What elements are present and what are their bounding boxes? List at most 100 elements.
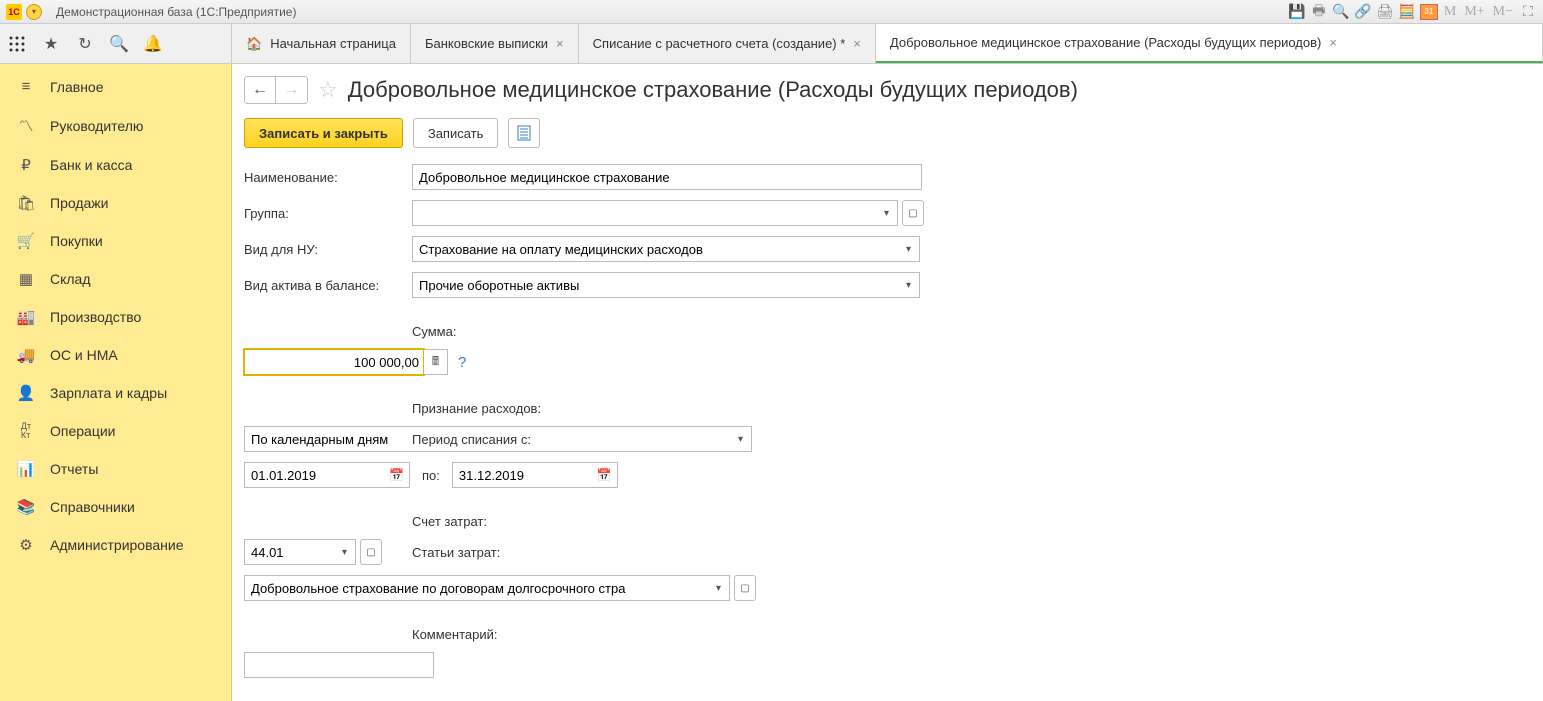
sum-input[interactable] bbox=[244, 349, 424, 375]
group-input[interactable] bbox=[412, 200, 876, 226]
sidebar-item-label: Руководителю bbox=[50, 118, 143, 134]
chevron-down-icon[interactable]: ▾ bbox=[898, 236, 920, 262]
cart-icon: 🛒 bbox=[16, 232, 36, 250]
main-toolbar: ★ ↻ 🔍 🔔 🏠 Начальная страница Банковские … bbox=[0, 24, 1543, 64]
tab-home[interactable]: 🏠 Начальная страница bbox=[232, 24, 411, 63]
sidebar-item-label: Отчеты bbox=[50, 461, 98, 477]
close-icon[interactable]: × bbox=[853, 36, 861, 51]
tab-label: Списание с расчетного счета (создание) * bbox=[593, 36, 846, 51]
chevron-down-icon[interactable]: ▾ bbox=[898, 272, 920, 298]
sidebar-item-bank[interactable]: ₽ Банк и касса bbox=[0, 146, 231, 184]
sidebar: ≡ Главное 〽 Руководителю ₽ Банк и касса 🛍Пр… bbox=[0, 64, 232, 701]
sidebar-item-main[interactable]: ≡ Главное bbox=[0, 68, 231, 105]
zoom-mminus-icon[interactable]: M− bbox=[1491, 4, 1515, 20]
favorite-icon[interactable]: ★ bbox=[40, 33, 62, 55]
dtkt-icon: ДтКт bbox=[16, 422, 36, 440]
search-doc-icon[interactable]: 🔍 bbox=[1332, 3, 1350, 21]
favorite-star-icon[interactable]: ☆ bbox=[318, 77, 338, 103]
tab-bank-statements[interactable]: Банковские выписки × bbox=[411, 24, 579, 63]
sidebar-item-reports[interactable]: 📊 Отчеты bbox=[0, 450, 231, 488]
tab-writeoff[interactable]: Списание с расчетного счета (создание) *… bbox=[579, 24, 876, 63]
period-from-input[interactable] bbox=[244, 462, 384, 488]
sidebar-item-label: Главное bbox=[50, 79, 104, 95]
ruble-icon: ₽ bbox=[16, 156, 36, 174]
chevron-down-icon[interactable]: ▾ bbox=[334, 539, 356, 565]
sidebar-item-hr[interactable]: 👤Зарплата и кадры bbox=[0, 374, 231, 412]
gear-icon: ⚙ bbox=[16, 536, 36, 554]
sum-label: Сумма: bbox=[412, 324, 1244, 339]
bell-icon[interactable]: 🔔 bbox=[142, 33, 164, 55]
chevron-down-icon[interactable]: ▾ bbox=[708, 575, 730, 601]
nav-back-button[interactable]: ← bbox=[244, 76, 276, 104]
comment-input[interactable] bbox=[244, 652, 434, 678]
home-icon: 🏠 bbox=[246, 36, 262, 52]
sidebar-item-label: Справочники bbox=[50, 499, 135, 515]
sidebar-item-sales[interactable]: 🛍Продажи bbox=[0, 184, 231, 222]
calc-icon[interactable]: 🧮 bbox=[1398, 3, 1416, 21]
save-button[interactable]: Записать bbox=[413, 118, 499, 148]
sidebar-item-label: Склад bbox=[50, 271, 91, 287]
search-icon[interactable]: 🔍 bbox=[108, 33, 130, 55]
account-label: Счет затрат: bbox=[412, 514, 1244, 529]
nav-forward-button[interactable]: → bbox=[276, 76, 308, 104]
open-icon[interactable]: ▢ bbox=[734, 575, 756, 601]
print2-icon[interactable]: 🖨 bbox=[1376, 3, 1394, 21]
sidebar-item-catalogs[interactable]: 📚Справочники bbox=[0, 488, 231, 526]
person-icon: 👤 bbox=[16, 384, 36, 402]
menu-icon: ≡ bbox=[16, 78, 36, 95]
bars-icon: 📊 bbox=[16, 460, 36, 478]
tab-dms[interactable]: Добровольное медицинское страхование (Ра… bbox=[876, 24, 1543, 63]
asset-label: Вид актива в балансе: bbox=[244, 278, 404, 293]
help-icon[interactable]: ? bbox=[458, 354, 466, 371]
sidebar-item-label: Администрирование bbox=[50, 537, 184, 553]
calculator-icon[interactable]: 🖩 bbox=[424, 349, 448, 375]
sidebar-item-label: Банк и касса bbox=[50, 157, 132, 173]
calendar-icon[interactable]: 📅 bbox=[592, 462, 618, 488]
comment-label: Комментарий: bbox=[412, 627, 1244, 642]
chevron-down-icon[interactable]: ▾ bbox=[876, 200, 898, 226]
save-icon[interactable]: 💾 bbox=[1288, 3, 1306, 21]
sidebar-item-production[interactable]: 🏭Производство bbox=[0, 298, 231, 336]
zoom-m-icon[interactable]: M bbox=[1442, 4, 1458, 20]
sidebar-item-operations[interactable]: ДтКт Операции bbox=[0, 412, 231, 450]
factory-icon: 🏭 bbox=[16, 308, 36, 326]
open-icon[interactable]: ▢ bbox=[360, 539, 382, 565]
calendar-icon[interactable]: 📅 bbox=[384, 462, 410, 488]
sidebar-item-label: Покупки bbox=[50, 233, 103, 249]
close-icon[interactable]: × bbox=[1329, 35, 1337, 50]
calendar-icon[interactable]: 31 bbox=[1420, 4, 1438, 20]
sidebar-item-warehouse[interactable]: ▦Склад bbox=[0, 260, 231, 298]
save-close-button[interactable]: Записать и закрыть bbox=[244, 118, 403, 148]
print-icon[interactable]: 🖶 bbox=[1310, 3, 1328, 21]
nu-input[interactable] bbox=[412, 236, 898, 262]
sidebar-item-purchases[interactable]: 🛒 Покупки bbox=[0, 222, 231, 260]
recognition-label: Признание расходов: bbox=[412, 401, 1244, 416]
window-title: Демонстрационная база (1С:Предприятие) bbox=[56, 5, 296, 19]
group-label: Группа: bbox=[244, 206, 404, 221]
sidebar-item-label: ОС и НМА bbox=[50, 347, 118, 363]
chart-icon: 〽 bbox=[16, 115, 36, 136]
name-input[interactable] bbox=[412, 164, 922, 190]
sidebar-item-manager[interactable]: 〽 Руководителю bbox=[0, 105, 231, 146]
sidebar-item-label: Операции bbox=[50, 423, 116, 439]
list-button[interactable] bbox=[508, 118, 540, 148]
sidebar-item-admin[interactable]: ⚙ Администрирование bbox=[0, 526, 231, 564]
period-label: Период списания с: bbox=[412, 432, 1244, 447]
close-icon[interactable]: × bbox=[556, 36, 564, 51]
fullscreen-icon[interactable]: ⛶ bbox=[1519, 3, 1537, 21]
apps-icon[interactable] bbox=[6, 33, 28, 55]
link-icon[interactable]: 🔗 bbox=[1354, 3, 1372, 21]
open-icon[interactable]: ▢ bbox=[902, 200, 924, 226]
tabs-bar: 🏠 Начальная страница Банковские выписки … bbox=[232, 24, 1543, 63]
bag-icon: 🛍 bbox=[16, 194, 36, 212]
name-label: Наименование: bbox=[244, 170, 404, 185]
app-menu-dropdown[interactable]: ▾ bbox=[26, 4, 42, 20]
history-icon[interactable]: ↻ bbox=[74, 33, 96, 55]
sidebar-item-assets[interactable]: 🚚ОС и НМА bbox=[0, 336, 231, 374]
asset-input[interactable] bbox=[412, 272, 898, 298]
account-input[interactable] bbox=[244, 539, 334, 565]
period-to-input[interactable] bbox=[452, 462, 592, 488]
command-bar: Записать и закрыть Записать bbox=[244, 118, 1543, 148]
stat-input[interactable] bbox=[244, 575, 708, 601]
zoom-mplus-icon[interactable]: M+ bbox=[1462, 4, 1486, 20]
